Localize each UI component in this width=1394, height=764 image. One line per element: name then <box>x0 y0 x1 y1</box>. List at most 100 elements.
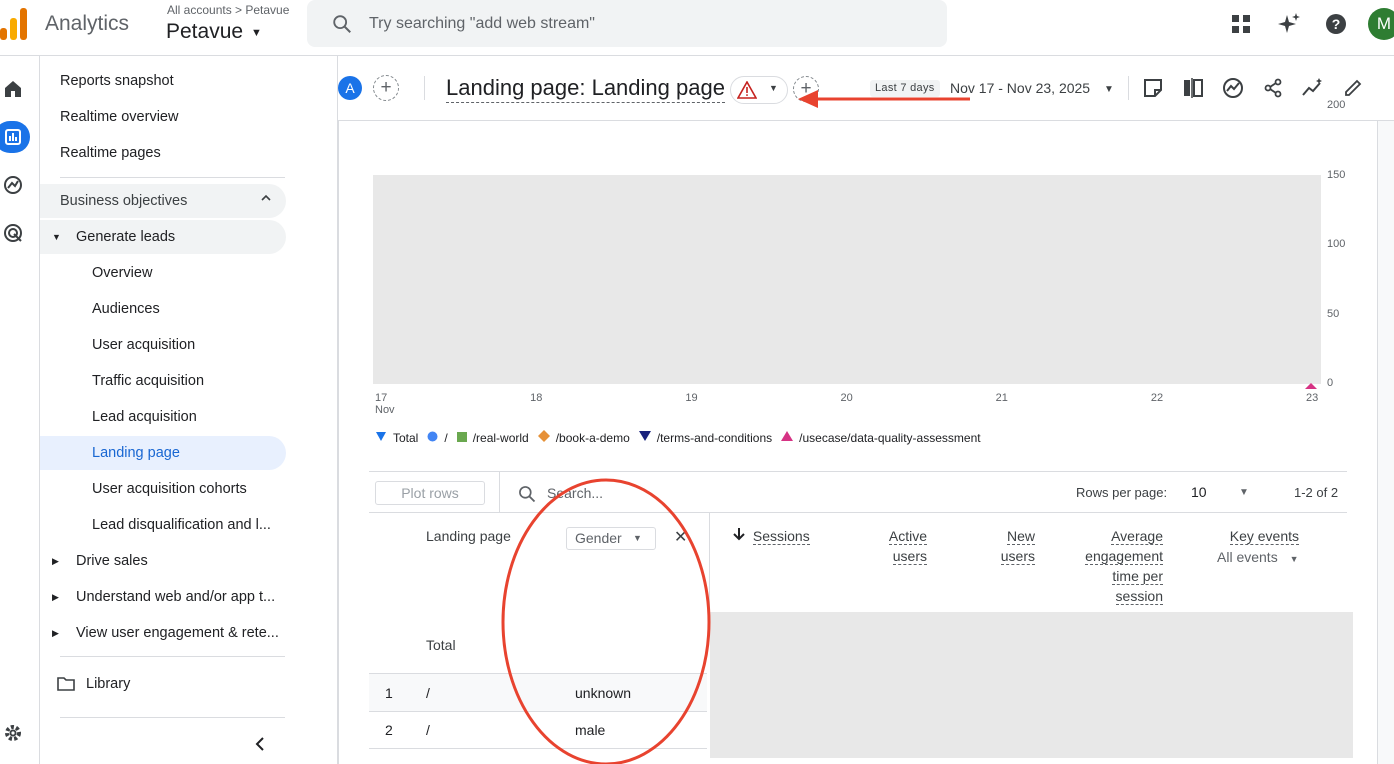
caret-down-icon: ▼ <box>769 83 778 93</box>
divider <box>1128 76 1129 100</box>
nav-group-drive-sales[interactable]: ▶ Drive sales <box>40 544 286 578</box>
home-icon[interactable] <box>1 77 25 101</box>
data-quality-warning-button[interactable]: ▼ <box>730 76 788 104</box>
legend-marker-icon <box>638 430 651 445</box>
rows-per-page-caret-icon[interactable]: ▼ <box>1239 487 1249 498</box>
table-row[interactable]: 1 / unknown <box>369 674 707 712</box>
chart-legend: Total / /real-world/book-a-demo/terms-and-… <box>375 430 990 445</box>
nav-audiences[interactable]: Audiences <box>40 292 286 326</box>
page-title[interactable]: Landing page: Landing page <box>446 74 725 103</box>
nav-library[interactable]: Library <box>40 667 286 701</box>
customize-report-icon[interactable] <box>1141 76 1165 100</box>
sparkle-icon[interactable] <box>1277 12 1301 36</box>
row-index: 1 <box>385 685 393 701</box>
segment-a-chip[interactable]: A <box>338 76 362 100</box>
nav-user-acquisition[interactable]: User acquisition <box>40 328 286 362</box>
date-caret-icon[interactable]: ▼ <box>1104 84 1114 95</box>
top-bar: Analytics All accounts > Petavue Petavue… <box>0 0 1394 56</box>
table-search-input[interactable] <box>547 483 747 503</box>
legend-item[interactable]: / <box>427 431 448 445</box>
share-icon[interactable] <box>1261 76 1285 100</box>
add-comparison-plus-icon[interactable]: + <box>373 75 399 101</box>
legend-marker-icon <box>456 431 467 445</box>
nav-traffic-acquisition[interactable]: Traffic acquisition <box>40 364 286 398</box>
reports-icon[interactable] <box>0 121 30 153</box>
plot-rows-button[interactable]: Plot rows <box>375 481 485 505</box>
app-name: Analytics <box>45 12 130 35</box>
collapse-nav-chevron-icon[interactable] <box>254 736 266 757</box>
nav-landing-page[interactable]: Landing page <box>40 436 286 470</box>
add-filter-plus-icon[interactable]: + <box>793 76 819 102</box>
date-preset-tag[interactable]: Last 7 days <box>870 80 940 97</box>
nav-reports-snapshot[interactable]: Reports snapshot <box>40 64 286 98</box>
rows-per-page-select[interactable]: 10 <box>1191 484 1207 500</box>
nav-lead-disqualification[interactable]: Lead disqualification and l... <box>40 508 286 542</box>
x-tick-label: 22 <box>1150 392 1164 404</box>
nav-group-understand-web[interactable]: ▶ Understand web and/or app t... <box>40 580 286 614</box>
x-tick-label: 23 <box>1306 392 1319 404</box>
row-landing-page[interactable]: / <box>426 685 430 701</box>
x-tick-label: 17 <box>375 392 388 404</box>
chevron-up-icon <box>260 192 272 208</box>
account-breadcrumb[interactable]: All accounts > Petavue <box>167 3 289 17</box>
x-tick-label: 20 <box>840 392 853 404</box>
column-avg-engagement-time[interactable]: Average engagement time per session <box>1073 526 1163 606</box>
settings-gear-icon[interactable] <box>1 721 25 745</box>
nav-realtime-overview[interactable]: Realtime overview <box>40 100 286 134</box>
table-row[interactable]: 2 / male <box>369 711 707 749</box>
key-events-filter-select[interactable]: All events ▼ <box>1217 547 1299 569</box>
y-tick-label: 0 <box>1327 377 1334 389</box>
insights-icon[interactable] <box>1221 76 1245 100</box>
report-content: Total / /real-world/book-a-demo/terms-and-… <box>338 99 1394 764</box>
avatar[interactable]: M <box>1368 8 1394 40</box>
legend-label: Total <box>393 430 419 445</box>
y-tick-label: 200 <box>1327 99 1346 111</box>
caret-right-icon: ▶ <box>52 555 59 566</box>
y-tick-label: 100 <box>1327 238 1346 250</box>
search-input[interactable] <box>369 12 929 36</box>
account-caret-icon[interactable]: ▼ <box>251 27 262 39</box>
legend-marker-icon <box>537 430 550 445</box>
explore-icon[interactable] <box>1 173 25 197</box>
secondary-dimension-label: Gender <box>575 530 622 546</box>
row-landing-page[interactable]: / <box>426 722 430 738</box>
legend-item[interactable]: /usecase/data-quality-assessment <box>781 430 981 445</box>
global-search[interactable] <box>307 0 947 47</box>
analytics-logo-icon[interactable] <box>0 8 30 40</box>
report-header: A + Landing page: Landing page ▼ + Last … <box>338 56 1394 121</box>
row-index: 2 <box>385 722 393 738</box>
edit-pencil-icon[interactable] <box>1341 76 1365 100</box>
remove-dimension-close-icon[interactable]: ✕ <box>674 527 687 547</box>
column-key-events[interactable]: Key events <box>1209 526 1299 546</box>
nav-overview[interactable]: Overview <box>40 256 286 290</box>
dimension-header-landing-page[interactable]: Landing page <box>426 526 511 546</box>
legend-marker-icon <box>427 431 438 445</box>
apps-grid-icon[interactable] <box>1229 12 1253 36</box>
nav-group-user-engagement[interactable]: ▶ View user engagement & rete... <box>40 616 286 650</box>
column-new-users[interactable]: New users <box>989 526 1035 566</box>
legend-item[interactable]: /terms-and-conditions <box>638 430 772 445</box>
column-sessions[interactable]: Sessions <box>733 526 810 546</box>
caret-right-icon: ▶ <box>52 591 59 602</box>
rows-per-page-label: Rows per page: <box>1076 485 1168 500</box>
legend-item[interactable]: /book-a-demo <box>537 430 630 445</box>
nav-user-acquisition-cohorts[interactable]: User acquisition cohorts <box>40 472 286 506</box>
trend-sparkle-icon[interactable] <box>1301 76 1325 100</box>
help-icon[interactable]: ? <box>1324 12 1348 36</box>
legend-item[interactable]: /real-world <box>456 431 529 445</box>
x-tick-label: 18 <box>530 392 543 404</box>
row-gender: male <box>575 722 606 738</box>
compare-columns-icon[interactable] <box>1181 76 1205 100</box>
legend-item[interactable]: Total <box>375 430 418 445</box>
account-selector[interactable]: Petavue <box>166 20 243 44</box>
date-range-picker[interactable]: Nov 17 - Nov 23, 2025 <box>950 80 1090 96</box>
warning-icon <box>736 80 758 104</box>
legend-label: /book-a-demo <box>555 430 630 445</box>
advertising-icon[interactable] <box>1 221 25 245</box>
nav-lead-acquisition[interactable]: Lead acquisition <box>40 400 286 434</box>
nav-section-business-objectives[interactable]: Business objectives <box>40 184 286 218</box>
nav-group-generate-leads[interactable]: ▼ Generate leads <box>40 220 286 254</box>
nav-realtime-pages[interactable]: Realtime pages <box>40 136 286 170</box>
column-active-users[interactable]: Active users <box>879 526 927 566</box>
secondary-dimension-select[interactable]: Gender ▼ <box>566 527 656 550</box>
